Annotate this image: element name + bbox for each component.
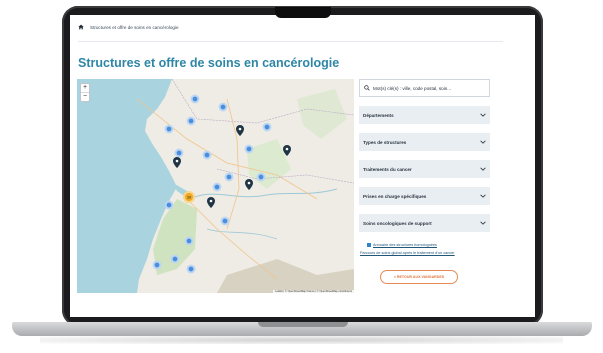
cluster-marker xyxy=(224,172,234,182)
back-button[interactable]: < RETOUR AUX VANGARDES xyxy=(380,270,458,284)
zoom-out-button[interactable]: − xyxy=(81,92,89,101)
map-attribution: Leaflet | © OpenStreetMap France | © Ope… xyxy=(273,290,354,293)
laptop-screen: Structures et offre de soins en cancérol… xyxy=(70,15,535,317)
pin-dot xyxy=(238,127,242,131)
search-icon xyxy=(364,85,370,91)
camera-notch xyxy=(275,7,331,18)
home-icon[interactable] xyxy=(78,24,84,30)
cluster-marker xyxy=(164,200,174,210)
chevron-down-icon xyxy=(480,194,486,198)
breadcrumb-current: Structures et offre de soins en cancérol… xyxy=(90,24,179,30)
page-title: Structures et offre de soins en cancérol… xyxy=(78,56,340,70)
filter-traitements[interactable]: Traitements du cancer xyxy=(359,160,490,178)
zoom-control: + − xyxy=(80,83,90,102)
pin-dot xyxy=(285,147,289,151)
filter-label: Prises en charge spécifiques xyxy=(363,193,427,199)
map-canvas[interactable]: 39 xyxy=(77,79,354,293)
filter-label: Types de structures xyxy=(363,139,407,145)
filter-prises-en-charge[interactable]: Prises en charge spécifiques xyxy=(359,187,490,205)
cluster-marker xyxy=(190,94,200,104)
cluster-marker xyxy=(152,260,162,270)
laptop-shadow xyxy=(40,336,563,344)
search-input[interactable]: Mot(s) clé(s) : ville, code postal, soin… xyxy=(359,79,490,97)
cluster-marker xyxy=(170,254,180,264)
cluster-count-label: 39 xyxy=(187,196,191,200)
breadcrumb: Structures et offre de soins en cancérol… xyxy=(78,24,179,30)
cluster-marker xyxy=(186,116,196,126)
parcours-link[interactable]: Parcours de soins global après le traite… xyxy=(360,251,455,255)
chevron-down-icon xyxy=(480,113,486,117)
filter-label: Traitements du cancer xyxy=(363,166,412,172)
filter-label: Départements xyxy=(363,112,394,118)
annuaire-link-label: Annuaire des structures homologuées xyxy=(373,243,437,247)
zoom-in-button[interactable]: + xyxy=(81,84,89,92)
checkbox-icon[interactable] xyxy=(367,243,371,247)
pin-dot xyxy=(175,159,179,163)
chevron-down-icon xyxy=(480,167,486,171)
map[interactable]: 39 + − Leaflet | © OpenStreetMap France … xyxy=(77,79,354,293)
cluster-marker xyxy=(212,182,222,192)
pin-dot xyxy=(247,181,251,185)
cluster-marker xyxy=(262,122,272,132)
chevron-down-icon xyxy=(480,221,486,225)
cluster-marker xyxy=(186,264,196,274)
filter-departements[interactable]: Départements xyxy=(359,106,490,124)
cluster-marker xyxy=(202,150,212,160)
search-placeholder: Mot(s) clé(s) : ville, code postal, soin… xyxy=(373,85,452,91)
filter-types-structures[interactable]: Types de structures xyxy=(359,133,490,151)
cluster-marker xyxy=(164,124,174,134)
cluster-marker xyxy=(220,216,230,226)
cluster-marker xyxy=(244,144,254,154)
annuaire-link[interactable]: Annuaire des structures homologuées xyxy=(367,243,437,247)
laptop-base-groove xyxy=(258,322,348,327)
cluster-marker xyxy=(184,236,194,246)
cluster-marker xyxy=(218,102,228,112)
cluster-marker xyxy=(174,148,184,158)
chevron-down-icon xyxy=(480,140,486,144)
pin-dot xyxy=(209,199,213,203)
filter-soins-support[interactable]: Soins oncologiques de support xyxy=(359,214,490,232)
header-divider xyxy=(78,41,503,42)
cluster-marker xyxy=(256,172,266,182)
filter-label: Soins oncologiques de support xyxy=(363,220,432,226)
